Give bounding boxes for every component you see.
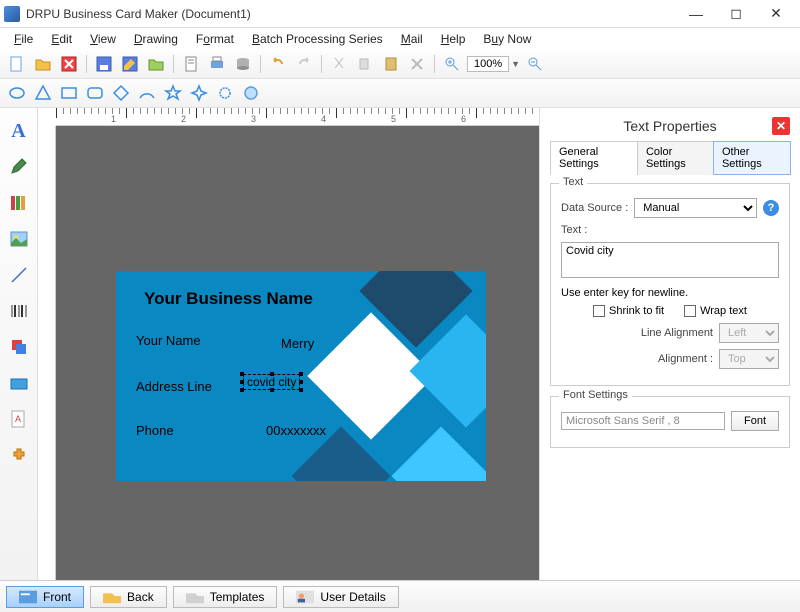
redo-icon[interactable] [293,53,315,75]
arc-icon[interactable] [136,82,158,104]
pencil-tool-icon[interactable] [6,154,32,180]
canvas[interactable]: Your Business Name Your Name Merry Addre… [56,126,539,580]
menu-mail[interactable]: Mail [393,30,431,48]
zoom-out-icon[interactable] [524,53,546,75]
line-tool-icon[interactable] [6,262,32,288]
wrap-checkbox[interactable]: Wrap text [684,305,747,317]
star4-icon[interactable] [188,82,210,104]
database-icon[interactable] [232,53,254,75]
text-input[interactable]: Covid city [561,242,779,278]
rounded-rect-icon[interactable] [84,82,106,104]
card-address-value-selected[interactable]: covid city [243,375,300,389]
help-icon[interactable]: ? [763,200,779,216]
text-tool-icon[interactable]: A [6,118,32,144]
align-label: Alignment : [658,353,713,365]
color-tool-icon[interactable] [6,370,32,396]
picture-tool-icon[interactable] [6,226,32,252]
star-icon[interactable] [162,82,184,104]
triangle-icon[interactable] [32,82,54,104]
new-icon[interactable] [6,53,28,75]
menubar: File Edit View Drawing Format Batch Proc… [0,28,800,50]
ellipse-icon[interactable] [6,82,28,104]
cut-icon[interactable] [328,53,350,75]
maximize-button[interactable]: ◻ [716,0,756,28]
print-icon[interactable] [206,53,228,75]
datasource-label: Data Source : [561,202,628,214]
save-icon[interactable] [93,53,115,75]
datasource-select[interactable]: Manual [634,198,757,218]
line-align-select: Left [719,323,779,343]
align-select: Top [719,349,779,369]
ruler-vertical [38,126,56,580]
zoom-level[interactable]: 100% [467,56,509,72]
watermark-icon[interactable]: A [6,406,32,432]
font-button[interactable]: Font [731,411,779,431]
folder-icon[interactable] [145,53,167,75]
canvas-wrap: /*ticks drawn below via numbers*/ 1 2 3 … [38,108,540,580]
burst-icon[interactable] [214,82,236,104]
copy-icon[interactable] [354,53,376,75]
save-as-icon[interactable] [119,53,141,75]
card-title[interactable]: Your Business Name [144,289,313,309]
window-title: DRPU Business Card Maker (Document1) [26,7,676,21]
card-phone-value[interactable]: 00xxxxxxx [266,423,326,438]
tab-templates[interactable]: Templates [173,586,278,608]
paste-icon[interactable] [380,53,402,75]
menu-edit[interactable]: Edit [43,30,80,48]
zoom-in-icon[interactable] [441,53,463,75]
properties-panel: Text Properties ✕ General Settings Color… [540,108,800,580]
tab-front[interactable]: Front [6,586,84,608]
main-area: A A /*ticks drawn below via numbers*/ 1 … [0,108,800,580]
tab-color[interactable]: Color Settings [637,141,714,175]
svg-text:A: A [15,414,21,424]
bottom-bar: Front Back Templates User Details [0,580,800,612]
close-button[interactable]: ✕ [756,0,796,28]
titlebar: DRPU Business Card Maker (Document1) — ◻… [0,0,800,28]
menu-view[interactable]: View [82,30,124,48]
properties-title: Text Properties [623,118,716,134]
plugin-icon[interactable] [6,442,32,468]
shrink-checkbox[interactable]: Shrink to fit [593,305,664,317]
card-address-label[interactable]: Address Line [136,379,212,394]
menu-batch[interactable]: Batch Processing Series [244,30,391,48]
menu-drawing[interactable]: Drawing [126,30,186,48]
diamond-icon[interactable] [110,82,132,104]
open-icon[interactable] [32,53,54,75]
tab-other[interactable]: Other Settings [713,141,791,175]
card-phone-label[interactable]: Phone [136,423,174,438]
font-sample [561,412,725,430]
layers-icon[interactable] [6,334,32,360]
tab-general[interactable]: General Settings [550,141,638,175]
delete-icon[interactable] [406,53,428,75]
tab-user-details[interactable]: User Details [283,586,398,608]
menu-buynow[interactable]: Buy Now [475,30,539,48]
minimize-button[interactable]: — [676,0,716,28]
card-name-value[interactable]: Merry [281,336,314,351]
text-label: Text : [561,224,587,236]
library-icon[interactable] [6,190,32,216]
close-file-icon[interactable] [58,53,80,75]
font-group: Font Settings Font [550,396,790,448]
properties-tabs: General Settings Color Settings Other Se… [550,140,790,175]
undo-icon[interactable] [267,53,289,75]
menu-help[interactable]: Help [433,30,474,48]
main-toolbar: 100% ▼ [0,50,800,79]
tab-back[interactable]: Back [90,586,167,608]
app-icon [4,6,20,22]
shapes-toolbar [0,79,800,108]
document-icon[interactable] [180,53,202,75]
menu-format[interactable]: Format [188,30,242,48]
left-toolbox: A A [0,108,38,580]
business-card[interactable]: Your Business Name Your Name Merry Addre… [116,271,486,481]
seal-icon[interactable] [240,82,262,104]
text-group: Text Data Source : Manual ? Text : Covid… [550,183,790,386]
barcode-tool-icon[interactable] [6,298,32,324]
rectangle-icon[interactable] [58,82,80,104]
newline-hint: Use enter key for newline. [561,287,688,299]
properties-close-icon[interactable]: ✕ [772,117,790,135]
card-name-label[interactable]: Your Name [136,333,201,348]
ruler-horizontal: /*ticks drawn below via numbers*/ 1 2 3 … [56,108,539,126]
line-align-label: Line Alignment [641,327,713,339]
menu-file[interactable]: File [6,30,41,48]
